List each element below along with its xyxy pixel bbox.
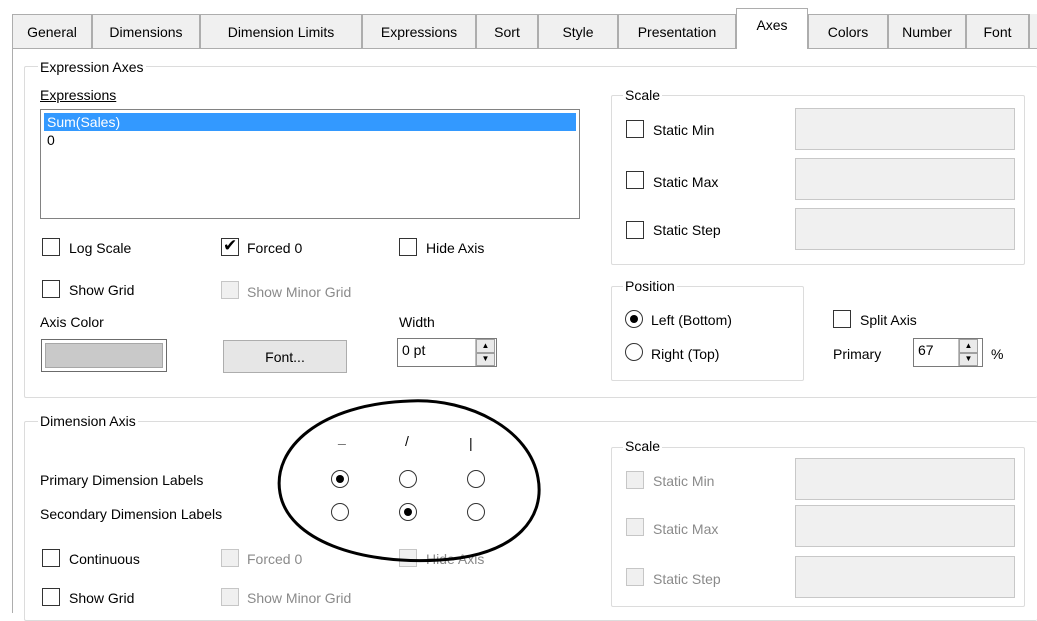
tab-axes[interactable]: Axes <box>736 8 808 49</box>
tab-label: Axes <box>756 17 788 33</box>
annotation-ellipse-stroke <box>277 399 541 563</box>
annotation-ellipse <box>277 399 541 563</box>
